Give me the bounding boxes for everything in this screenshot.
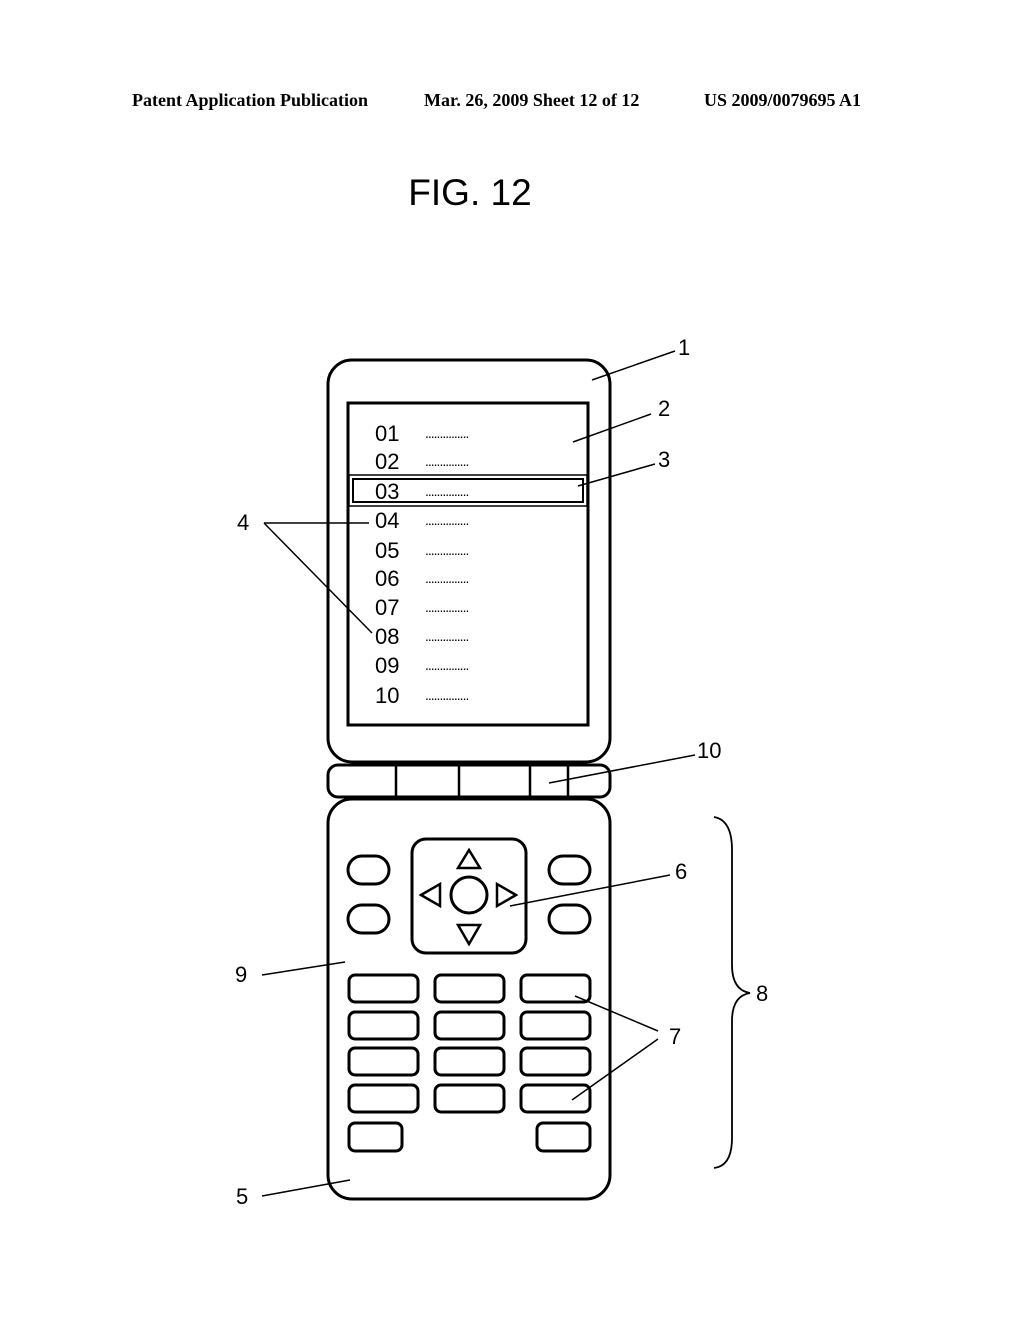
list-item-text[interactable]: ............... — [425, 657, 469, 673]
list-item-number[interactable]: 05 — [375, 538, 399, 563]
ref-label-7: 7 — [669, 1024, 681, 1049]
soft-key-right-top[interactable] — [547, 854, 592, 886]
list-item-text-selected[interactable]: ............... — [425, 483, 469, 499]
upper-housing — [326, 358, 612, 764]
key[interactable] — [347, 1046, 420, 1077]
list-item-text[interactable]: ............... — [425, 453, 469, 469]
soft-key-right-bottom[interactable] — [547, 903, 592, 935]
arrow-up-icon[interactable] — [455, 847, 483, 870]
key-bottom-right[interactable] — [535, 1121, 592, 1153]
ref-label-1: 1 — [678, 335, 690, 360]
key[interactable] — [519, 1083, 592, 1114]
list-item-number[interactable]: 10 — [375, 683, 399, 708]
list-item-text[interactable]: ............... — [425, 687, 469, 703]
key[interactable] — [433, 1010, 506, 1041]
list-item-number[interactable]: 07 — [375, 595, 399, 620]
list-item-text[interactable]: ............... — [425, 570, 469, 586]
key-bottom-left[interactable] — [347, 1121, 404, 1153]
list-items: 01 ............... 02 ............... 03… — [375, 421, 469, 708]
phone-diagram: 01 ............... 02 ............... 03… — [235, 335, 768, 1209]
ref-label-10: 10 — [697, 738, 721, 763]
lower-housing — [326, 797, 612, 1201]
soft-key-left-bottom[interactable] — [346, 903, 391, 935]
list-item-number[interactable]: 02 — [375, 449, 399, 474]
key[interactable] — [347, 1083, 420, 1114]
key[interactable] — [433, 1083, 506, 1114]
bracket-operation-unit — [713, 816, 751, 1169]
list-item-number[interactable]: 08 — [375, 624, 399, 649]
arrow-right-icon[interactable] — [495, 881, 519, 909]
key[interactable] — [433, 973, 506, 1004]
ref-label-4: 4 — [237, 510, 249, 535]
key[interactable] — [347, 973, 420, 1004]
list-item-number[interactable]: 04 — [375, 508, 399, 533]
center-select-button[interactable] — [449, 875, 489, 915]
ref-label-6: 6 — [675, 859, 687, 884]
list-item-text[interactable]: ............... — [425, 599, 469, 615]
arrow-left-icon[interactable] — [418, 881, 442, 909]
key[interactable] — [519, 1010, 592, 1041]
cross-key[interactable] — [410, 837, 528, 955]
list-item-number[interactable]: 09 — [375, 653, 399, 678]
ref-label-8: 8 — [756, 981, 768, 1006]
list-item-number-selected[interactable]: 03 — [375, 479, 399, 504]
list-item-number[interactable]: 01 — [375, 421, 399, 446]
ref-label-3: 3 — [658, 447, 670, 472]
keypad — [347, 973, 592, 1153]
hinge — [326, 763, 612, 799]
ref-label-2: 2 — [658, 396, 670, 421]
arrow-down-icon[interactable] — [455, 923, 483, 947]
key[interactable] — [519, 1046, 592, 1077]
key[interactable] — [433, 1046, 506, 1077]
soft-key-left-top[interactable] — [346, 854, 391, 886]
list-item-number[interactable]: 06 — [375, 566, 399, 591]
list-item-text[interactable]: ............... — [425, 628, 469, 644]
list-item-text[interactable]: ............... — [425, 425, 469, 441]
list-item-text[interactable]: ............... — [425, 512, 469, 528]
key[interactable] — [347, 1010, 420, 1041]
ref-label-9: 9 — [235, 962, 247, 987]
ref-label-5: 5 — [236, 1184, 248, 1209]
list-item-text[interactable]: ............... — [425, 542, 469, 558]
